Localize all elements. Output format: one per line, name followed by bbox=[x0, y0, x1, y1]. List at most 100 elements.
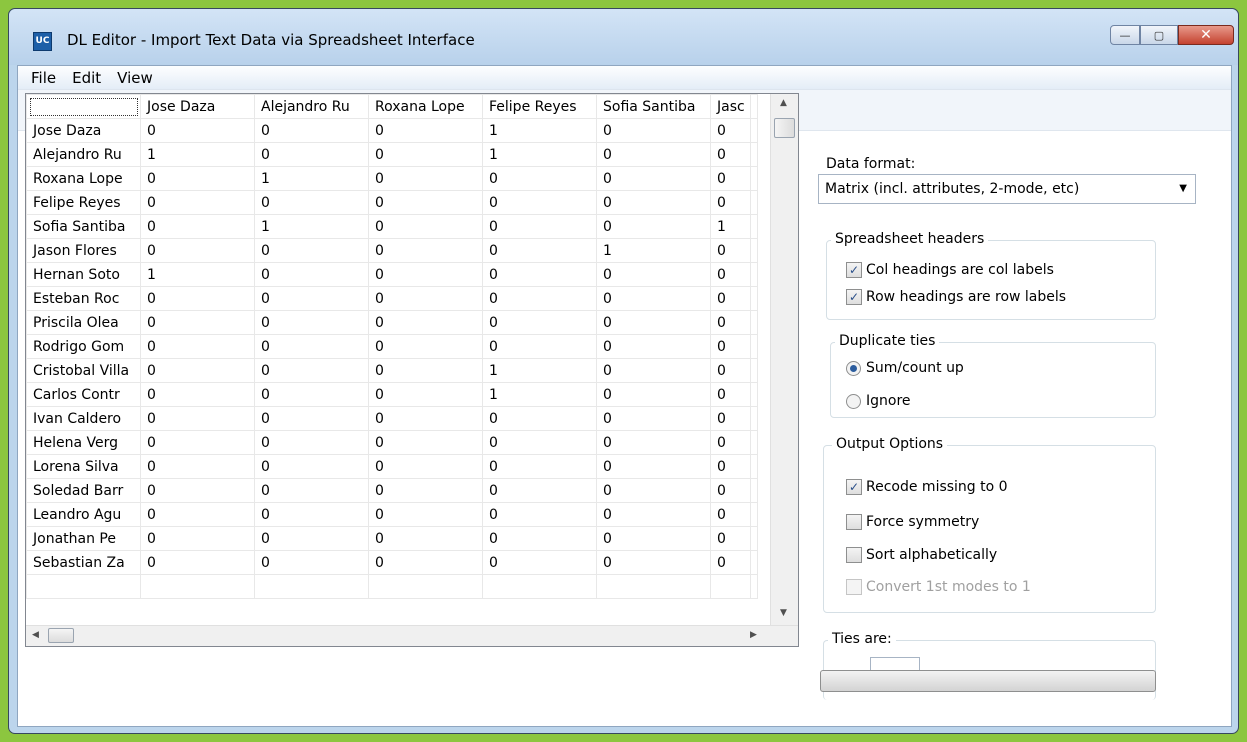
data-format-select[interactable]: Matrix (incl. attributes, 2-mode, etc) ▼ bbox=[818, 174, 1196, 204]
table-cell[interactable]: 0 bbox=[596, 262, 711, 287]
table-cell[interactable]: 0 bbox=[254, 382, 369, 407]
table-cell[interactable]: 0 bbox=[596, 406, 711, 431]
table-cell[interactable]: 0 bbox=[140, 214, 255, 239]
table-cell[interactable]: 0 bbox=[596, 478, 711, 503]
table-cell[interactable]: 0 bbox=[140, 430, 255, 455]
table-cell[interactable]: 0 bbox=[368, 454, 483, 479]
table-cell[interactable] bbox=[254, 574, 369, 599]
table-cell[interactable]: 0 bbox=[710, 310, 751, 335]
row-header[interactable]: Lorena Silva bbox=[26, 454, 141, 479]
table-cell[interactable]: 0 bbox=[254, 550, 369, 575]
row-header[interactable]: Helena Verg bbox=[26, 430, 141, 455]
table-cell[interactable]: 1 bbox=[254, 214, 369, 239]
table-cell[interactable]: 0 bbox=[140, 166, 255, 191]
table-cell[interactable]: 0 bbox=[710, 190, 751, 215]
table-cell[interactable]: 0 bbox=[710, 166, 751, 191]
table-cell[interactable]: 1 bbox=[482, 382, 597, 407]
table-cell[interactable]: 0 bbox=[596, 166, 711, 191]
table-cell[interactable] bbox=[140, 574, 255, 599]
table-cell[interactable]: 0 bbox=[710, 238, 751, 263]
row-header[interactable]: Cristobal Villa bbox=[26, 358, 141, 383]
table-cell[interactable]: 0 bbox=[710, 430, 751, 455]
table-cell[interactable]: 0 bbox=[482, 550, 597, 575]
horizontal-scroll-thumb[interactable] bbox=[48, 628, 74, 643]
table-cell[interactable]: 0 bbox=[596, 550, 711, 575]
table-cell[interactable]: 0 bbox=[254, 310, 369, 335]
recode-missing-checkbox[interactable]: ✓ Recode missing to 0 bbox=[846, 479, 1008, 495]
table-cell[interactable]: 0 bbox=[254, 430, 369, 455]
table-cell[interactable]: 0 bbox=[596, 430, 711, 455]
table-cell[interactable]: 0 bbox=[710, 526, 751, 551]
table-cell[interactable]: 0 bbox=[368, 142, 483, 167]
table-cell[interactable]: 0 bbox=[368, 214, 483, 239]
table-cell[interactable]: 0 bbox=[368, 334, 483, 359]
table-cell[interactable]: 0 bbox=[254, 478, 369, 503]
table-cell[interactable]: 0 bbox=[254, 286, 369, 311]
table-cell[interactable]: 0 bbox=[254, 406, 369, 431]
maximize-button[interactable]: ▢ bbox=[1140, 25, 1178, 45]
table-cell[interactable]: 0 bbox=[482, 430, 597, 455]
table-cell[interactable]: 0 bbox=[254, 142, 369, 167]
minimize-button[interactable]: — bbox=[1110, 25, 1140, 45]
table-cell[interactable]: 0 bbox=[254, 334, 369, 359]
row-header[interactable]: Priscila Olea bbox=[26, 310, 141, 335]
row-header[interactable]: Carlos Contr bbox=[26, 382, 141, 407]
table-cell[interactable]: 0 bbox=[140, 190, 255, 215]
table-cell[interactable]: 0 bbox=[596, 334, 711, 359]
ties-value-field[interactable] bbox=[870, 657, 920, 671]
vertical-scrollbar[interactable]: ▲ ▼ bbox=[770, 94, 798, 628]
table-cell[interactable]: 0 bbox=[140, 334, 255, 359]
table-cell[interactable]: 0 bbox=[482, 310, 597, 335]
table-cell[interactable]: 0 bbox=[596, 190, 711, 215]
ignore-radio[interactable]: Ignore bbox=[846, 393, 911, 409]
table-cell[interactable]: 0 bbox=[368, 478, 483, 503]
table-cell[interactable]: 0 bbox=[368, 406, 483, 431]
table-cell[interactable]: 0 bbox=[140, 406, 255, 431]
table-cell[interactable]: 0 bbox=[710, 550, 751, 575]
table-cell[interactable]: 0 bbox=[482, 166, 597, 191]
table-cell[interactable] bbox=[710, 574, 751, 599]
table-cell[interactable]: 0 bbox=[482, 526, 597, 551]
table-cell[interactable]: 0 bbox=[710, 286, 751, 311]
table-cell[interactable]: 0 bbox=[140, 310, 255, 335]
scroll-right-icon[interactable]: ▶ bbox=[750, 630, 757, 640]
table-cell[interactable]: 0 bbox=[368, 382, 483, 407]
table-cell[interactable]: 0 bbox=[254, 526, 369, 551]
table-cell[interactable]: 0 bbox=[596, 358, 711, 383]
table-cell[interactable]: 0 bbox=[368, 358, 483, 383]
table-cell[interactable]: 0 bbox=[596, 142, 711, 167]
menu-file[interactable]: File bbox=[24, 69, 65, 87]
table-cell[interactable]: 0 bbox=[140, 118, 255, 143]
table-cell[interactable]: 0 bbox=[596, 454, 711, 479]
row-headings-checkbox[interactable]: ✓ Row headings are row labels bbox=[846, 289, 1066, 305]
table-cell[interactable]: 0 bbox=[368, 238, 483, 263]
row-header[interactable]: Alejandro Ru bbox=[26, 142, 141, 167]
table-cell[interactable]: 0 bbox=[482, 334, 597, 359]
table-cell[interactable]: 0 bbox=[254, 118, 369, 143]
table-cell[interactable]: 0 bbox=[254, 262, 369, 287]
table-cell[interactable] bbox=[596, 574, 711, 599]
table-cell[interactable]: 0 bbox=[254, 454, 369, 479]
table-cell[interactable]: 1 bbox=[254, 166, 369, 191]
table-cell[interactable]: 0 bbox=[368, 526, 483, 551]
col-headings-checkbox[interactable]: ✓ Col headings are col labels bbox=[846, 262, 1054, 278]
table-cell[interactable]: 0 bbox=[482, 190, 597, 215]
sum-count-radio[interactable]: Sum/count up bbox=[846, 360, 964, 376]
vertical-scroll-thumb[interactable] bbox=[774, 118, 795, 138]
table-cell[interactable]: 1 bbox=[140, 262, 255, 287]
table-cell[interactable]: 0 bbox=[140, 286, 255, 311]
table-cell[interactable]: 0 bbox=[254, 190, 369, 215]
corner-cell[interactable] bbox=[26, 94, 141, 119]
row-header[interactable]: Jonathan Pe bbox=[26, 526, 141, 551]
table-cell[interactable]: 0 bbox=[368, 430, 483, 455]
table-cell[interactable]: 0 bbox=[596, 526, 711, 551]
table-cell[interactable]: 0 bbox=[368, 286, 483, 311]
table-cell[interactable]: 0 bbox=[710, 118, 751, 143]
table-cell[interactable] bbox=[26, 574, 141, 599]
menu-view[interactable]: View bbox=[110, 69, 162, 87]
close-button[interactable]: ✕ bbox=[1178, 25, 1234, 45]
table-cell[interactable]: 0 bbox=[368, 310, 483, 335]
row-header[interactable]: Rodrigo Gom bbox=[26, 334, 141, 359]
table-cell[interactable]: 0 bbox=[710, 478, 751, 503]
table-cell[interactable]: 0 bbox=[368, 166, 483, 191]
